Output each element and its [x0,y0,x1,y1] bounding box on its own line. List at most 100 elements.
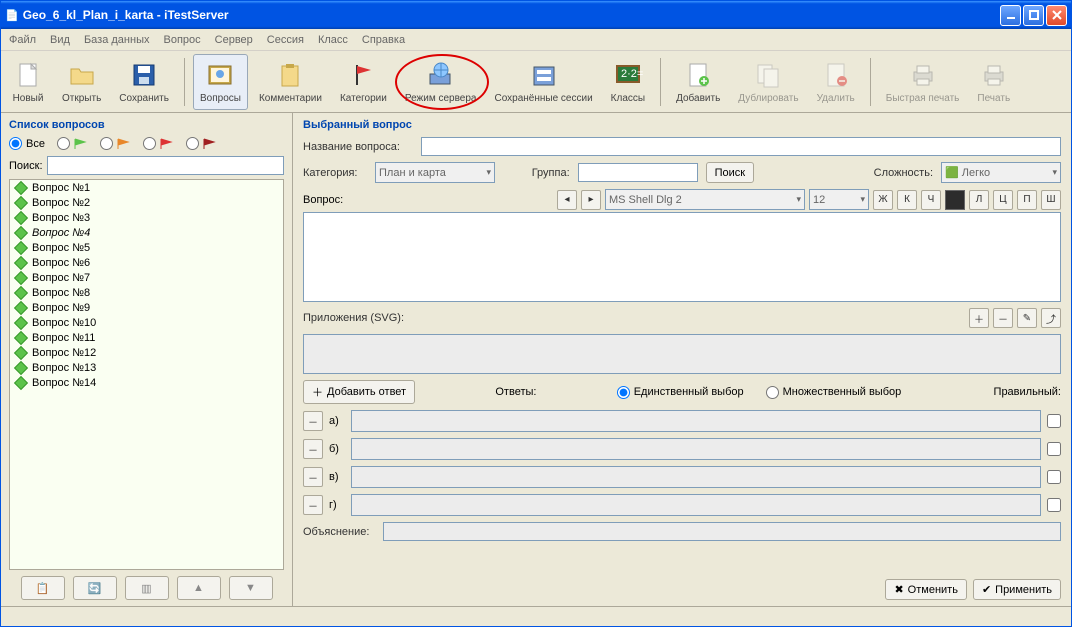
search-input[interactable] [47,156,284,175]
question-list-item[interactable]: Вопрос №4 [10,225,283,240]
question-list-item[interactable]: Вопрос №11 [10,330,283,345]
remove-answer-button[interactable]: － [303,439,323,459]
toolbar-save[interactable]: Сохранить [112,54,176,110]
category-combo[interactable]: План и карта▾ [375,162,495,183]
add-svg-button[interactable]: ＋ [969,308,989,328]
question-item-label: Вопрос №10 [32,317,96,329]
question-list[interactable]: Вопрос №1Вопрос №2Вопрос №3Вопрос №4Вопр… [9,179,284,570]
menu-session[interactable]: Сессия [267,34,304,46]
question-text-area[interactable] [303,212,1061,302]
remove-answer-button[interactable]: － [303,411,323,431]
filter-darkred[interactable] [186,137,217,150]
question-item-label: Вопрос №9 [32,302,90,314]
menu-help[interactable]: Справка [362,34,405,46]
toolbar-categories[interactable]: Категории [333,54,394,110]
underline-button[interactable]: Ч [921,190,941,210]
menu-file[interactable]: Файл [9,34,36,46]
minimize-button[interactable] [1000,5,1021,26]
toolbar-print[interactable]: Печать [970,54,1017,110]
toolbar-separator [870,58,871,106]
group-search-button[interactable]: Поиск [706,162,754,183]
explanation-input[interactable] [383,522,1061,541]
toolbar-server-mode[interactable]: Режим сервера [398,54,484,110]
redo-button[interactable]: ▸ [581,190,601,210]
multi-choice-radio[interactable]: Множественный выбор [766,386,902,399]
answer-correct-checkbox[interactable] [1047,470,1061,484]
menu-view[interactable]: Вид [50,34,70,46]
apply-button[interactable]: ✔Применить [973,579,1061,600]
remove-answer-button[interactable]: － [303,495,323,515]
italic-button[interactable]: К [897,190,917,210]
question-list-item[interactable]: Вопрос №9 [10,300,283,315]
font-size-combo[interactable]: 12▾ [809,189,869,210]
answer-input[interactable] [351,410,1041,432]
answers-label: Ответы: [495,386,536,398]
nav-up-button[interactable]: ▲ [177,576,221,600]
remove-svg-button[interactable]: － [993,308,1013,328]
diamond-icon [14,315,28,329]
answer-input[interactable] [351,466,1041,488]
menu-server[interactable]: Сервер [215,34,253,46]
answer-input[interactable] [351,494,1041,516]
menu-question[interactable]: Вопрос [163,34,200,46]
close-button[interactable] [1046,5,1067,26]
toolbar-classes[interactable]: 2·2=4Классы [604,54,652,110]
toolbar-delete[interactable]: Удалить [810,54,862,110]
text-color-swatch[interactable] [945,190,965,210]
export-svg-button[interactable]: ⤴ [1041,308,1061,328]
toolbar-quick-print[interactable]: Быстрая печать [879,54,967,110]
question-list-item[interactable]: Вопрос №1 [10,180,283,195]
attachments-area[interactable] [303,334,1061,374]
answer-correct-checkbox[interactable] [1047,442,1061,456]
toolbar-new[interactable]: Новый [5,54,51,110]
align-left-button[interactable]: Л [969,190,989,210]
toolbar-add[interactable]: Добавить [669,54,727,110]
single-choice-radio[interactable]: Единственный выбор [617,386,744,399]
answer-correct-checkbox[interactable] [1047,498,1061,512]
filter-red[interactable] [143,137,174,150]
add-answer-button[interactable]: ＋Добавить ответ [303,380,415,404]
group-input[interactable] [578,163,698,182]
answer-correct-checkbox[interactable] [1047,414,1061,428]
toolbar-saved-sessions[interactable]: Сохранённые сессии [487,54,599,110]
question-list-item[interactable]: Вопрос №2 [10,195,283,210]
align-right-button[interactable]: П [1017,190,1037,210]
question-list-item[interactable]: Вопрос №7 [10,270,283,285]
font-combo[interactable]: MS Shell Dlg 2▾ [605,189,805,210]
menu-database[interactable]: База данных [84,34,150,46]
edit-svg-button[interactable]: ✎ [1017,308,1037,328]
answer-input[interactable] [351,438,1041,460]
nav-down-button[interactable]: ▼ [229,576,273,600]
difficulty-combo[interactable]: 🟩 Легко▾ [941,162,1061,183]
question-list-item[interactable]: Вопрос №5 [10,240,283,255]
nav-filter-button[interactable]: ▥ [125,576,169,600]
nav-clipboard-button[interactable]: 📋 [21,576,65,600]
cancel-button[interactable]: ✖Отменить [885,579,966,600]
strikethrough-button[interactable]: Ш [1041,190,1061,210]
question-list-item[interactable]: Вопрос №14 [10,375,283,390]
search-label: Поиск: [9,160,43,172]
maximize-button[interactable] [1023,5,1044,26]
question-list-item[interactable]: Вопрос №13 [10,360,283,375]
remove-answer-button[interactable]: － [303,467,323,487]
menu-class[interactable]: Класс [318,34,348,46]
question-list-item[interactable]: Вопрос №10 [10,315,283,330]
align-center-button[interactable]: Ц [993,190,1013,210]
bold-button[interactable]: Ж [873,190,893,210]
nav-refresh-button[interactable]: 🔄 [73,576,117,600]
filter-green[interactable] [57,137,88,150]
question-list-item[interactable]: Вопрос №3 [10,210,283,225]
question-list-item[interactable]: Вопрос №6 [10,255,283,270]
undo-button[interactable]: ◂ [557,190,577,210]
question-name-input[interactable] [421,137,1061,156]
toolbar-open[interactable]: Открыть [55,54,108,110]
question-list-item[interactable]: Вопрос №12 [10,345,283,360]
name-label: Название вопроса: [303,141,413,153]
question-list-item[interactable]: Вопрос №8 [10,285,283,300]
filter-all[interactable]: Все [9,137,45,150]
new-file-icon [12,59,44,91]
toolbar-comments[interactable]: Комментарии [252,54,329,110]
toolbar-duplicate[interactable]: Дублировать [731,54,805,110]
filter-orange[interactable] [100,137,131,150]
toolbar-questions[interactable]: Вопросы [193,54,248,110]
